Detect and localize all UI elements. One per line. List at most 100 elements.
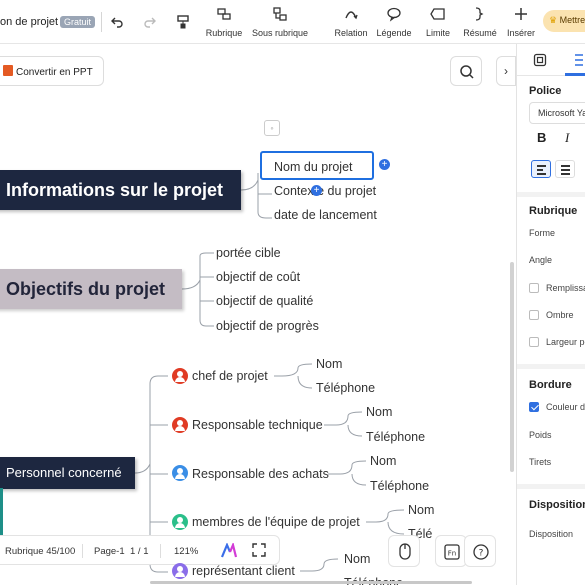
forme-label: Forme	[529, 228, 556, 238]
role-chef-projet[interactable]: chef de projet	[192, 369, 268, 383]
person-icon	[172, 514, 188, 530]
field-nom[interactable]: Nom	[370, 454, 396, 468]
undo-icon[interactable]	[110, 15, 124, 31]
field-nom[interactable]: Nom	[344, 552, 370, 566]
page-indicator: 1 / 1	[130, 546, 149, 557]
mindmap-app: on de projet Gratuit Rubrique Sous rubri…	[0, 0, 585, 585]
limite-button[interactable]: Limite	[420, 6, 456, 38]
topic-objectifs[interactable]: Objectifs du projet	[0, 269, 182, 309]
subtopic-date-lancement[interactable]: date de lancement	[274, 208, 377, 222]
function-keys-button[interactable]: Fn	[435, 535, 467, 567]
subtopic-progres[interactable]: objectif de progrès	[216, 319, 319, 333]
topic-informations[interactable]: Informations sur le projet	[0, 170, 241, 210]
section-divider	[517, 364, 585, 369]
top-toolbar: on de projet Gratuit Rubrique Sous rubri…	[0, 0, 585, 44]
rubrique-button[interactable]: Rubrique	[204, 6, 244, 38]
mindmap-canvas[interactable]: Convertir en PPT › ◦ Informations sur le…	[0, 44, 516, 585]
inserer-button[interactable]: Insérer	[504, 6, 538, 38]
role-responsable-technique[interactable]: Responsable technique	[192, 418, 323, 432]
format-tab-icon[interactable]	[573, 53, 585, 72]
callout-icon	[375, 6, 413, 24]
fullscreen-icon[interactable]	[252, 543, 266, 562]
subtopic-qualite[interactable]: objectif de qualité	[216, 294, 313, 308]
redo-icon[interactable]	[143, 15, 157, 31]
font-family-select[interactable]: Microsoft Ya	[529, 102, 585, 124]
rubrique-count: Rubrique 45/100	[5, 546, 76, 557]
plan-badge: Gratuit	[60, 16, 96, 28]
role-representant-client[interactable]: représentant client	[192, 564, 295, 578]
subtopic-nom-du-projet[interactable]: Nom du projet	[274, 160, 353, 174]
panel-tabs	[517, 44, 585, 76]
plus-icon	[504, 6, 538, 24]
person-icon	[172, 368, 188, 384]
toolbar-divider	[101, 12, 102, 32]
largeur-label: Largeur po	[546, 337, 585, 347]
topic-collapse-icon[interactable]: ◦	[264, 120, 280, 136]
disposition-label: Disposition	[529, 529, 574, 539]
relation-label: Relation	[334, 28, 368, 38]
remplissage-checkbox[interactable]	[529, 283, 539, 293]
inserer-label: Insérer	[506, 28, 535, 38]
ombre-checkbox[interactable]	[529, 310, 539, 320]
relation-icon	[332, 6, 370, 24]
ombre-label: Ombre	[546, 310, 574, 320]
mouse-mode-button[interactable]	[388, 535, 420, 567]
tirets-label: Tirets	[529, 457, 552, 467]
horizontal-scrollbar[interactable]	[150, 581, 472, 584]
subtopic-contexte[interactable]: Contexte du projet	[274, 184, 376, 198]
rubrique-label: Rubrique	[205, 28, 243, 38]
help-button[interactable]: ?	[464, 535, 496, 567]
zoom-level[interactable]: 121%	[174, 546, 198, 557]
ai-logo-icon[interactable]	[220, 541, 238, 564]
summary-icon	[461, 6, 499, 24]
poids-label: Poids	[529, 430, 552, 440]
sous-rubrique-button[interactable]: Sous rubrique	[250, 6, 310, 38]
search-button[interactable]	[450, 56, 482, 86]
topic-icon	[204, 6, 244, 24]
vertical-scrollbar[interactable]	[510, 262, 514, 472]
convert-ppt-button[interactable]: Convertir en PPT	[0, 56, 104, 86]
align-center-button[interactable]	[555, 160, 575, 178]
add-child-icon[interactable]: +	[311, 185, 322, 196]
couleur-bordure-checkbox[interactable]	[529, 402, 539, 412]
legende-button[interactable]: Légende	[375, 6, 413, 38]
bold-button[interactable]: B	[537, 130, 546, 145]
status-bar: Rubrique 45/100 Page-1 1 / 1 121%	[0, 535, 280, 565]
field-telephone[interactable]: Téléphone	[316, 381, 375, 395]
field-nom[interactable]: Nom	[316, 357, 342, 371]
panel-toggle-button[interactable]: ›	[496, 56, 516, 86]
field-telephone[interactable]: Téléphone	[366, 430, 425, 444]
disposition-section-title: Disposition	[529, 499, 585, 511]
subtopic-portee[interactable]: portée cible	[216, 246, 281, 260]
angle-label: Angle	[529, 255, 553, 265]
add-topic-icon[interactable]: +	[379, 159, 390, 170]
page-name[interactable]: Page-1	[94, 546, 125, 557]
subtopic-cout[interactable]: objectif de coût	[216, 270, 300, 284]
role-responsable-achats[interactable]: Responsable des achats	[192, 467, 329, 481]
largeur-checkbox[interactable]	[529, 337, 539, 347]
align-left-button[interactable]	[531, 160, 551, 178]
section-divider	[517, 484, 585, 489]
mouse-icon	[399, 543, 411, 560]
italic-button[interactable]: I	[565, 130, 569, 146]
remplissage-label: Remplissa	[546, 283, 585, 293]
style-tab-icon[interactable]	[533, 53, 547, 72]
upgrade-button[interactable]: ♛ Mettre	[543, 10, 585, 32]
field-nom[interactable]: Nom	[366, 405, 392, 419]
format-painter-icon[interactable]	[176, 14, 190, 32]
topic-personnel[interactable]: Personnel concerné	[0, 457, 135, 489]
resume-label: Résumé	[463, 28, 497, 38]
role-membres-equipe[interactable]: membres de l'équipe de projet	[192, 515, 360, 529]
field-telephone[interactable]: Téléphone	[370, 479, 429, 493]
resume-button[interactable]: Résumé	[461, 6, 499, 38]
status-divider	[82, 544, 83, 558]
subtopic-icon	[250, 6, 310, 24]
field-nom[interactable]: Nom	[408, 503, 434, 517]
boundary-icon	[420, 6, 456, 24]
document-title[interactable]: on de projet	[0, 16, 58, 28]
help-icon: ?	[473, 544, 489, 560]
svg-text:Fn: Fn	[448, 550, 456, 558]
convert-ppt-label: Convertir en PPT	[16, 67, 93, 78]
relation-button[interactable]: Relation	[332, 6, 370, 38]
police-title: Police	[529, 85, 562, 97]
